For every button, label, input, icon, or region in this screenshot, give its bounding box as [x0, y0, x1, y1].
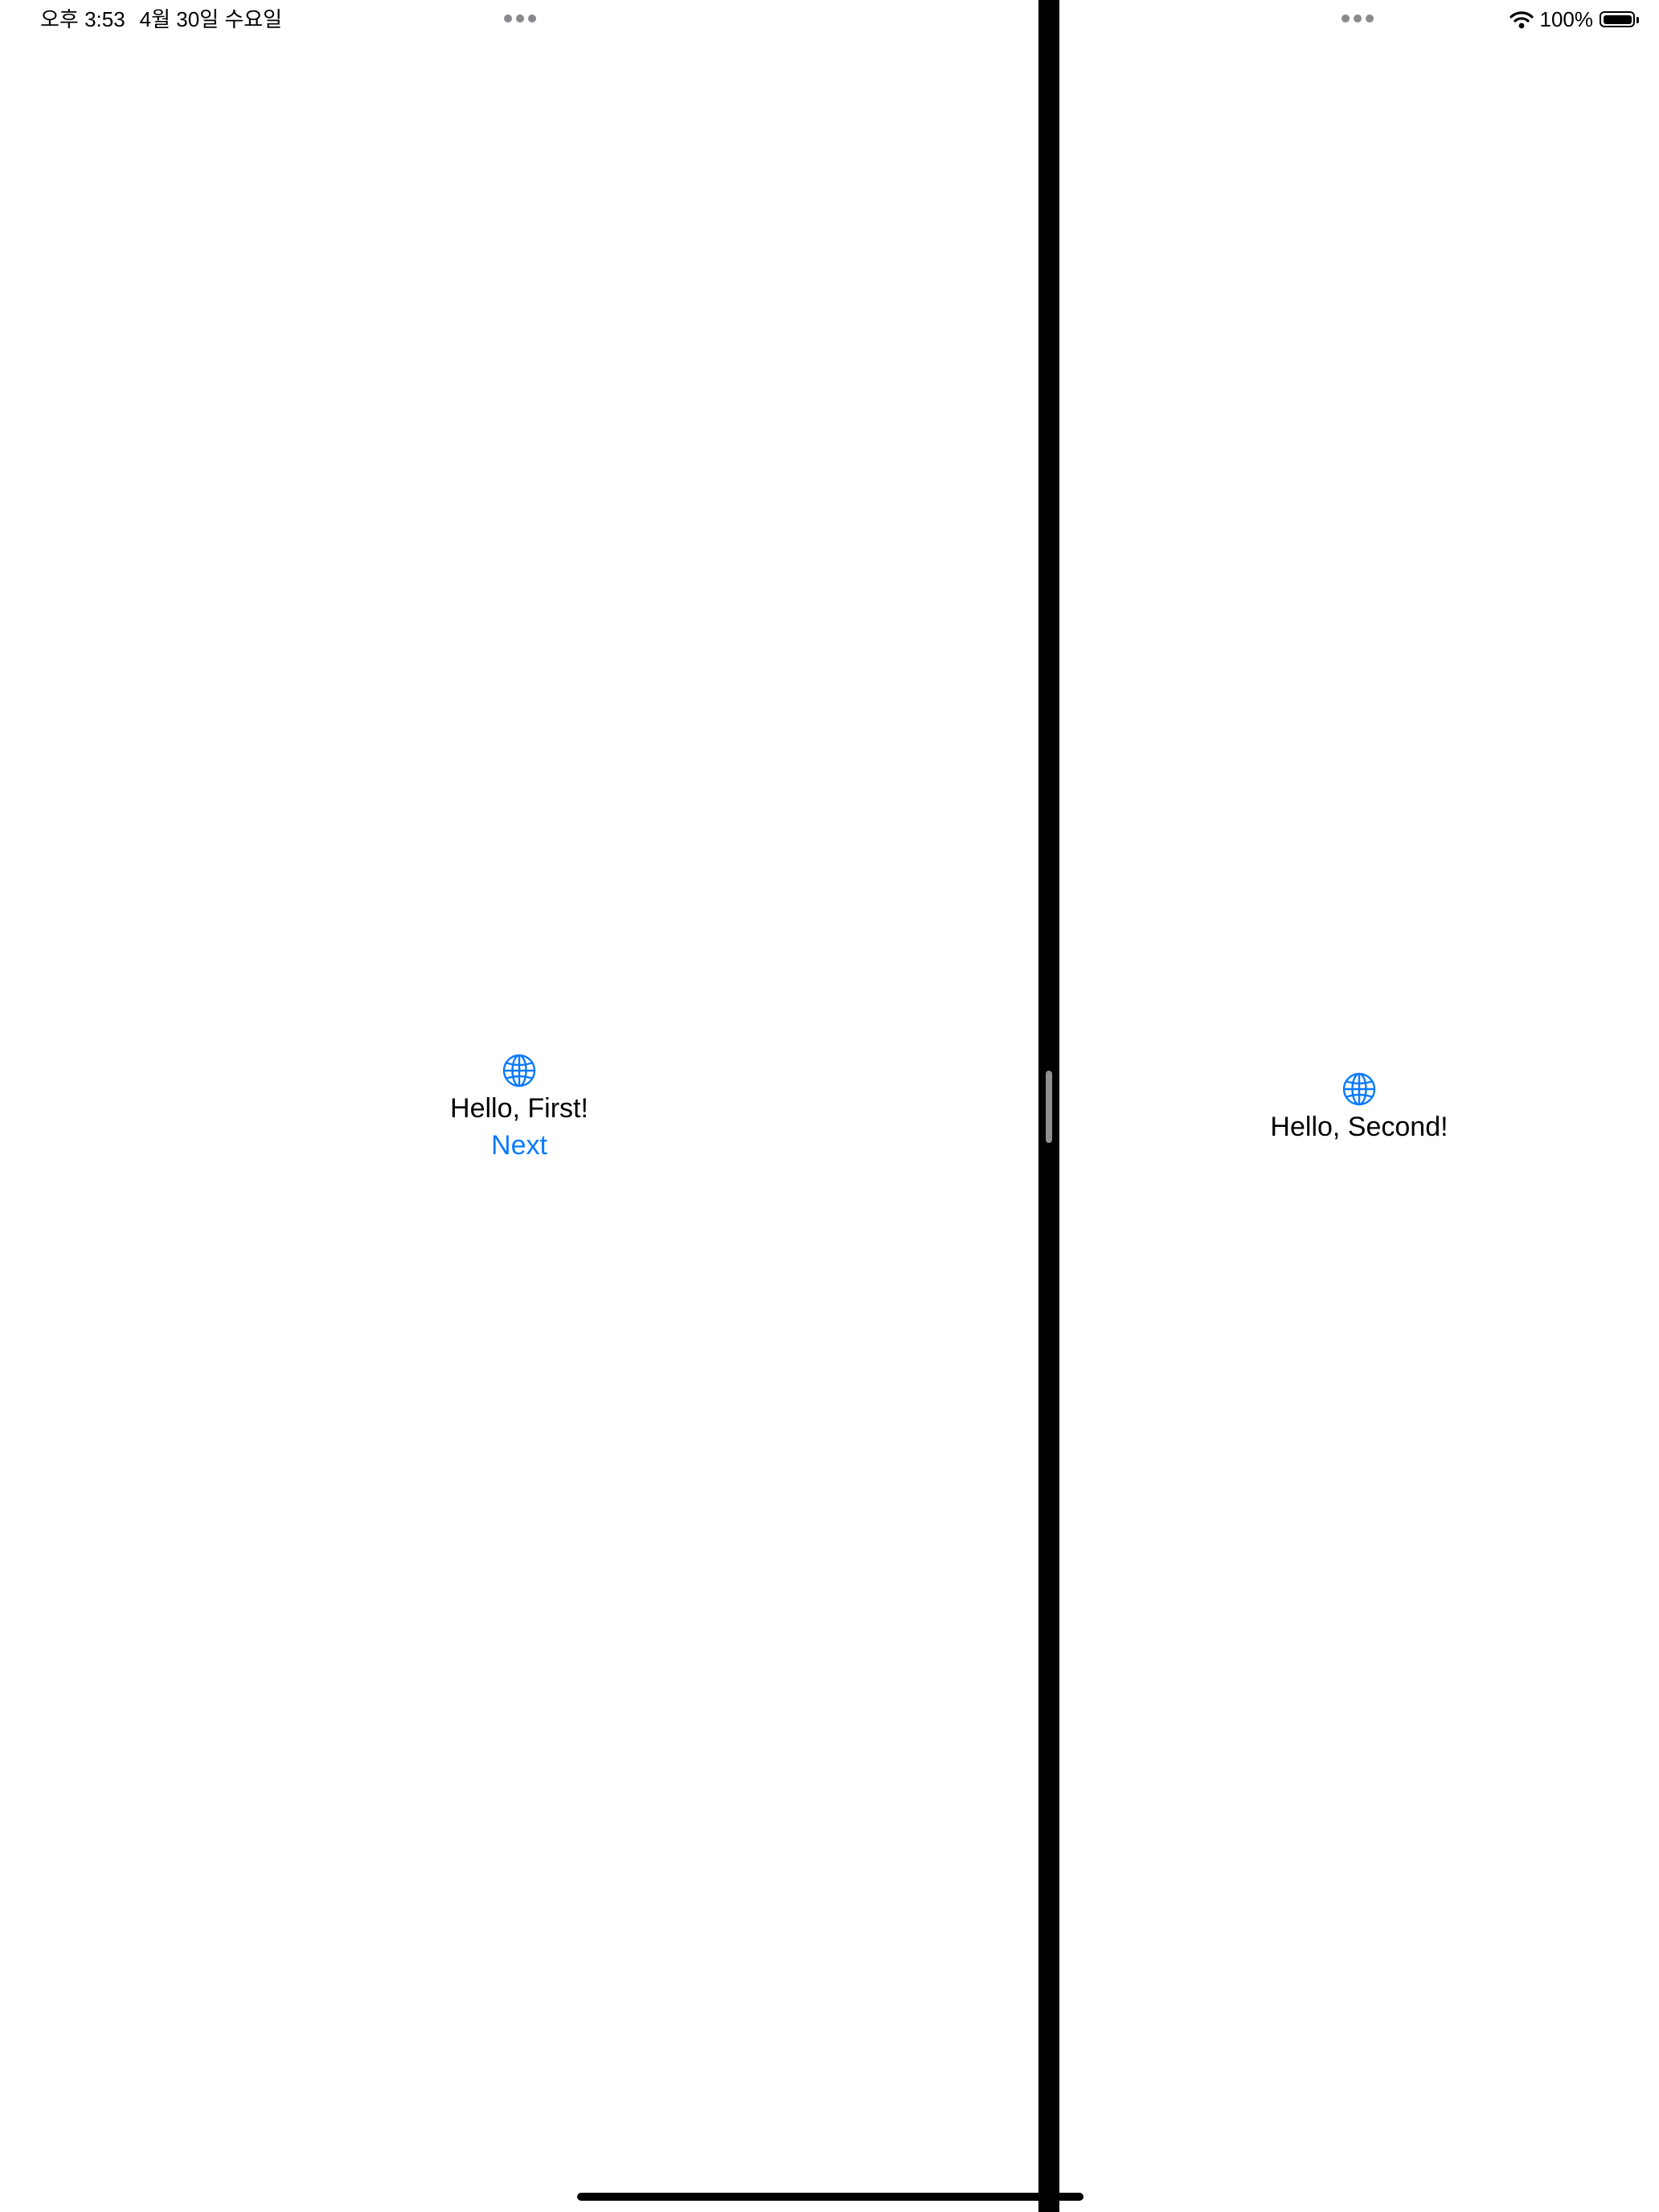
wifi-icon: [1509, 11, 1534, 29]
status-date: 4월 30일 수요일: [139, 7, 283, 31]
dot-icon: [1354, 14, 1362, 23]
second-content-stack: Hello, Second!: [1059, 1071, 1659, 1144]
divider-handle[interactable]: [1046, 1071, 1052, 1143]
hello-first-text: Hello, First!: [450, 1093, 588, 1124]
multitasking-menu-button[interactable]: [504, 14, 536, 23]
first-scene-window: 오후 3:53 4월 30일 수요일 Hello, First! Next: [0, 0, 1038, 2212]
dot-icon: [528, 14, 536, 23]
split-view-divider[interactable]: [1038, 0, 1059, 2212]
dot-icon: [516, 14, 524, 23]
home-indicator[interactable]: [577, 2193, 1083, 2201]
status-time: 오후 3:53: [40, 7, 125, 31]
status-bar-left: 오후 3:53 4월 30일 수요일: [40, 6, 297, 32]
battery-percent: 100%: [1539, 7, 1594, 31]
battery-icon: [1600, 11, 1639, 27]
next-button[interactable]: Next: [491, 1129, 547, 1162]
first-content-stack: Hello, First! Next: [0, 1053, 1038, 1162]
battery-level: [1603, 14, 1632, 24]
dot-icon: [1366, 14, 1374, 23]
globe-icon: [502, 1054, 536, 1088]
globe-icon: [1342, 1072, 1376, 1106]
status-bar-right: 100%: [1509, 6, 1639, 32]
dot-icon: [504, 14, 512, 23]
multitasking-menu-button[interactable]: [1342, 14, 1374, 23]
dot-icon: [1342, 14, 1350, 23]
hello-second-text: Hello, Second!: [1270, 1112, 1448, 1142]
second-scene-window: Hello, Second!: [1059, 0, 1659, 2212]
